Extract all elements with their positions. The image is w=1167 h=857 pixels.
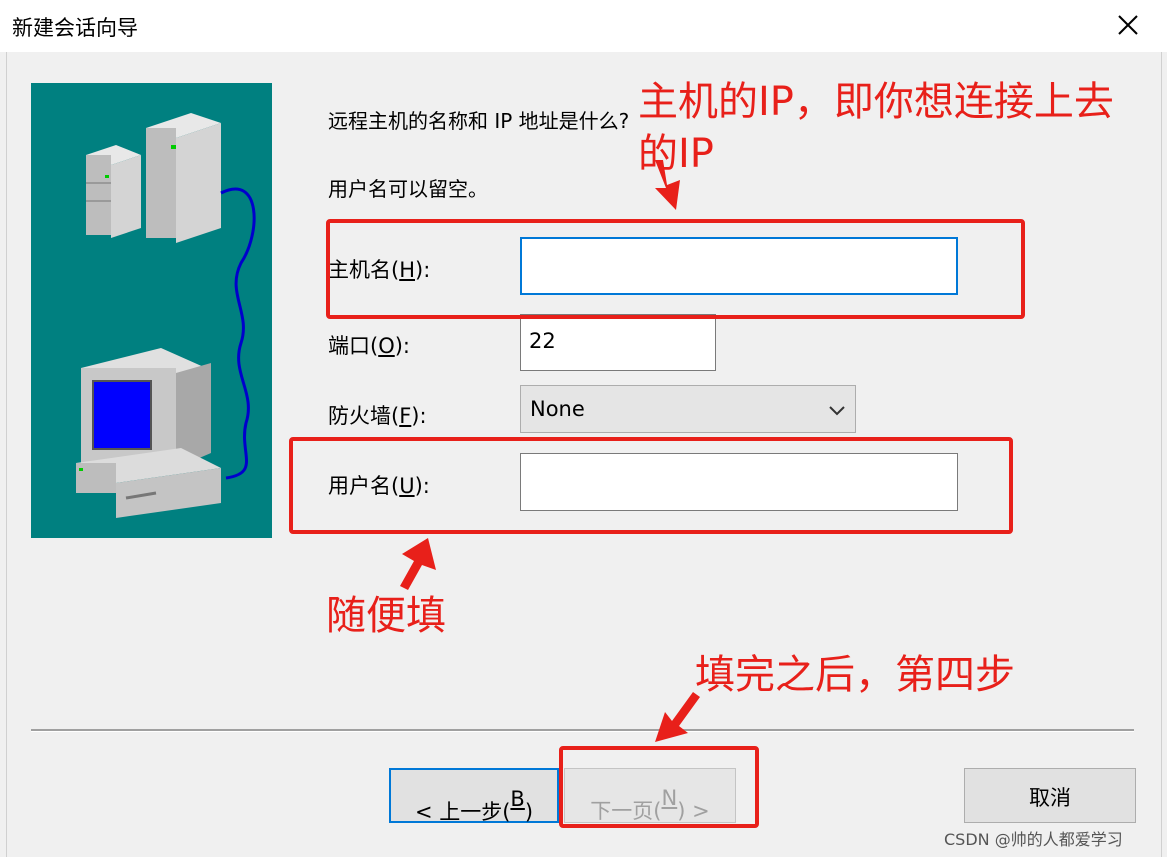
- annotation-arrows: [400, 160, 700, 742]
- arrow-up-icon: [400, 538, 436, 590]
- watermark: CSDN @帅的人都爱学习: [944, 830, 1123, 849]
- arrow-down-left-icon: [655, 692, 700, 742]
- arrow-down-icon: [655, 160, 680, 210]
